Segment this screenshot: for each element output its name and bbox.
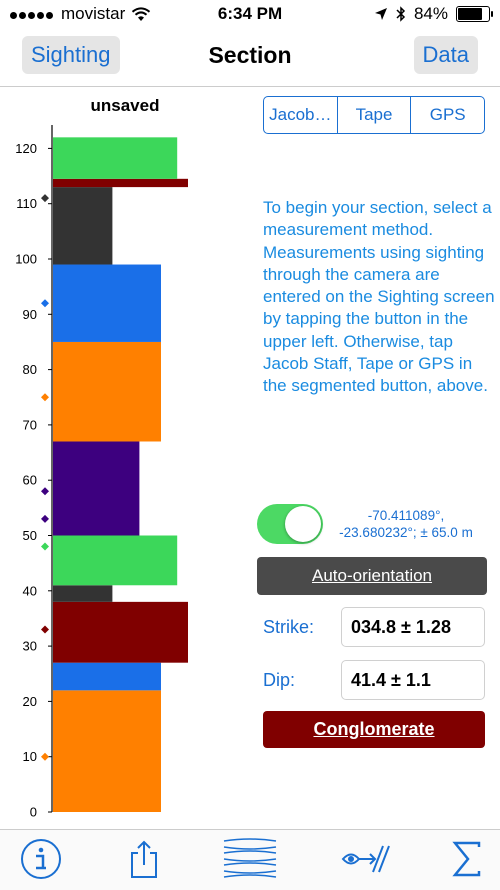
lithology-button[interactable]: Conglomerate: [263, 711, 485, 748]
segment-gps[interactable]: GPS: [411, 97, 484, 133]
y-tick-label: 30: [23, 639, 37, 654]
strike-label: Strike:: [263, 617, 315, 637]
y-tick-label: 40: [23, 583, 37, 598]
y-tick-label: 10: [23, 749, 37, 764]
y-tick-label: 0: [30, 805, 37, 820]
location-readout: -70.411089°, -23.680232°; ± 65.0 m: [320, 507, 492, 541]
layer-bar[interactable]: [53, 341, 161, 442]
summary-button[interactable]: [450, 836, 484, 882]
layer-bar[interactable]: [53, 601, 188, 663]
segment-tape[interactable]: Tape: [338, 97, 412, 133]
orientation-marker: [41, 542, 49, 551]
orientation-marker: [41, 393, 49, 402]
location-arrow-icon: [374, 8, 387, 20]
layer-bar[interactable]: [53, 178, 188, 188]
measurement-method-segmented[interactable]: Jacob… Tape GPS: [263, 96, 485, 134]
y-tick-label: 90: [23, 307, 37, 322]
strike-field[interactable]: 034.8 ± 1.28: [341, 607, 485, 647]
y-tick-label: 20: [23, 694, 37, 709]
layer-bar[interactable]: [53, 535, 178, 586]
section-column[interactable]: unsaved 0 10 20 30 40 50 60 70 80 90 100 110 120: [0, 90, 250, 830]
data-button[interactable]: Data: [413, 36, 478, 74]
orientation-marker: [41, 752, 49, 761]
y-tick-label: 70: [23, 417, 37, 432]
section-icon: [223, 838, 277, 878]
section-view-button[interactable]: [220, 836, 280, 882]
layer-bar[interactable]: [53, 690, 161, 812]
navigation-bar: Sighting Section Data: [0, 30, 500, 87]
status-bar: movistar 6:34 PM 84%: [0, 0, 500, 30]
auto-orientation-button[interactable]: Auto-orientation: [257, 557, 487, 595]
share-icon: [131, 840, 157, 878]
layer-bar[interactable]: [53, 187, 113, 265]
battery-percent: 84%: [413, 4, 448, 23]
bottom-toolbar: [0, 829, 500, 890]
latitude-accuracy-text: -23.680232°; ± 65.0 m: [339, 525, 473, 540]
battery-icon: [456, 6, 493, 22]
dip-field[interactable]: 41.4 ± 1.1: [341, 660, 485, 700]
sighting-view-button[interactable]: [340, 836, 392, 882]
layer-bar[interactable]: [53, 264, 161, 342]
column-svg[interactable]: 0 10 20 30 40 50 60 70 80 90 100 110 120: [0, 90, 250, 830]
y-tick-label: 100: [15, 252, 37, 267]
dip-label: Dip:: [263, 670, 296, 690]
longitude-text: -70.411089°,: [367, 508, 445, 523]
layer-bar[interactable]: [53, 662, 161, 691]
layer-bar[interactable]: [53, 585, 113, 602]
sighting-icon: [341, 845, 390, 873]
sum-icon: [452, 841, 481, 877]
orientation-marker: [41, 487, 49, 496]
orientation-marker: [41, 194, 49, 203]
layer-bar[interactable]: [53, 441, 140, 536]
bluetooth-icon: [396, 6, 406, 22]
orientation-marker: [41, 625, 49, 634]
y-tick-label: 80: [23, 362, 37, 377]
y-tick-label: 120: [15, 141, 37, 156]
info-icon: [21, 839, 61, 879]
y-tick-label: 50: [23, 528, 37, 543]
y-tick-label: 110: [16, 196, 37, 211]
location-toggle[interactable]: [257, 504, 323, 544]
share-button[interactable]: [126, 836, 162, 882]
y-tick-label: 60: [23, 473, 37, 488]
info-button[interactable]: [18, 836, 64, 882]
segment-jacob-staff[interactable]: Jacob…: [264, 97, 338, 133]
orientation-marker: [41, 299, 49, 308]
toggle-knob: [285, 506, 321, 542]
battery-fill: [458, 8, 482, 20]
instructions-text: To begin your section, select a measurem…: [263, 198, 495, 396]
layer-bar[interactable]: [53, 137, 178, 179]
orientation-marker: [41, 514, 49, 523]
